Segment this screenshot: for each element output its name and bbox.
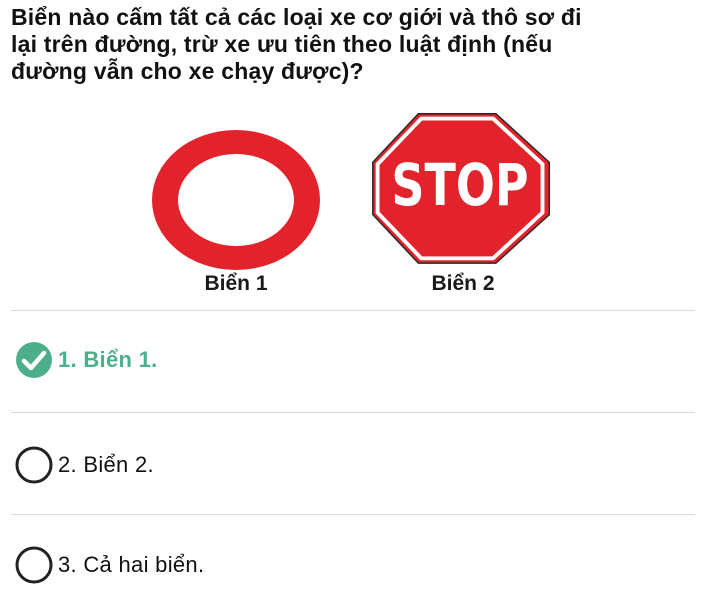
- stop-sign-text: STOP: [391, 153, 528, 219]
- sign-1-caption: Biển 1: [204, 272, 268, 295]
- answer-option-3[interactable]: 3. Cả hai biển.: [14, 543, 204, 587]
- divider: [11, 514, 695, 515]
- sign-2-caption: Biển 2: [431, 272, 495, 295]
- question-line-1: Biển nào cấm tất cả các loại xe cơ giới …: [11, 4, 582, 30]
- question-line-2: lại trên đường, trừ xe ưu tiên theo luật…: [11, 31, 553, 57]
- question-line-3: đường vẫn cho xe chạy được)?: [11, 58, 364, 84]
- answer-option-3-label: 3. Cả hai biển.: [58, 552, 205, 577]
- answer-option-1-label: 1. Biển 1.: [58, 347, 158, 372]
- answer-option-2[interactable]: 2. Biển 2.: [14, 443, 154, 487]
- radio-unselected-icon: [14, 445, 54, 485]
- answer-option-2-label: 2. Biển 2.: [58, 452, 154, 477]
- question-text: Biển nào cấm tất cả các loại xe cơ giới …: [11, 4, 699, 85]
- check-circle-icon: [14, 340, 54, 380]
- radio-unselected-icon: [14, 545, 54, 585]
- signs-figure: STOP Biển 1 Biển 2: [0, 100, 704, 305]
- answer-option-1[interactable]: 1. Biển 1.: [14, 338, 158, 382]
- stop-sign-icon: STOP: [372, 113, 551, 264]
- divider: [11, 412, 695, 413]
- divider: [11, 310, 695, 311]
